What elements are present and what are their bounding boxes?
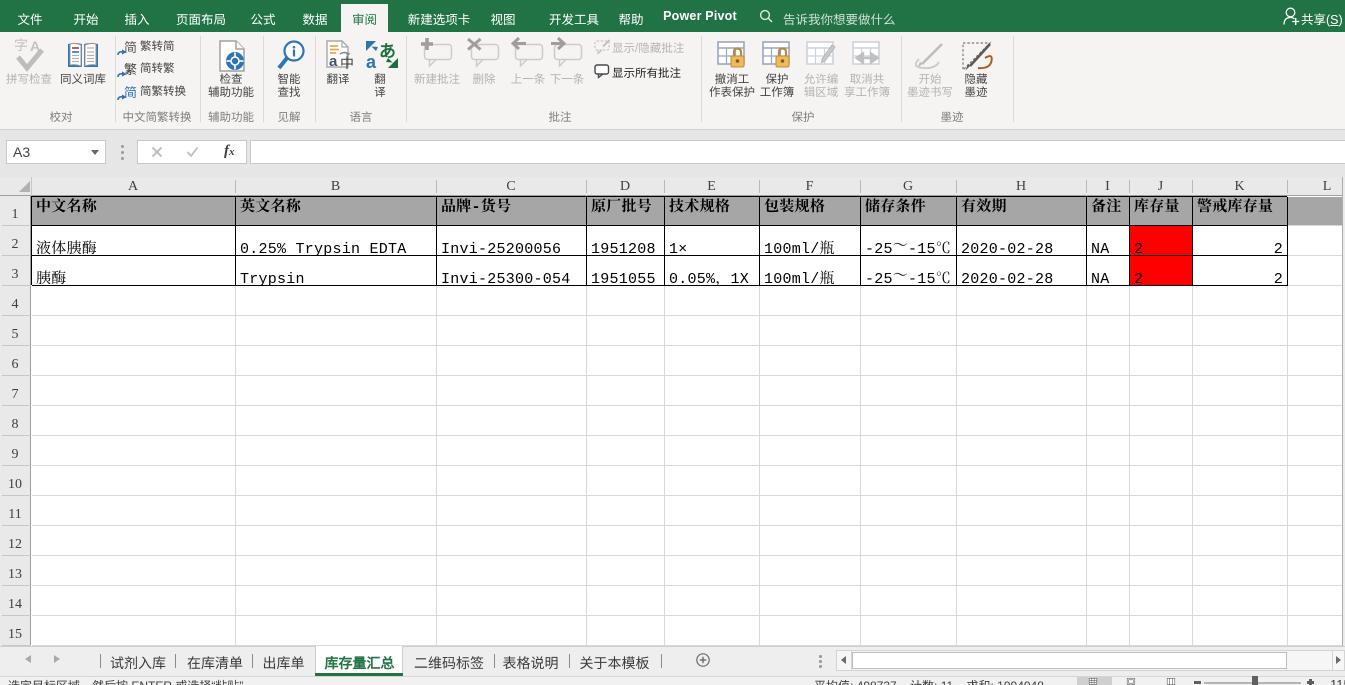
svg-text:a: a xyxy=(329,53,338,70)
svg-text:あ: あ xyxy=(379,37,396,62)
svg-text:a: a xyxy=(366,52,377,72)
svg-text:中: 中 xyxy=(340,53,354,73)
